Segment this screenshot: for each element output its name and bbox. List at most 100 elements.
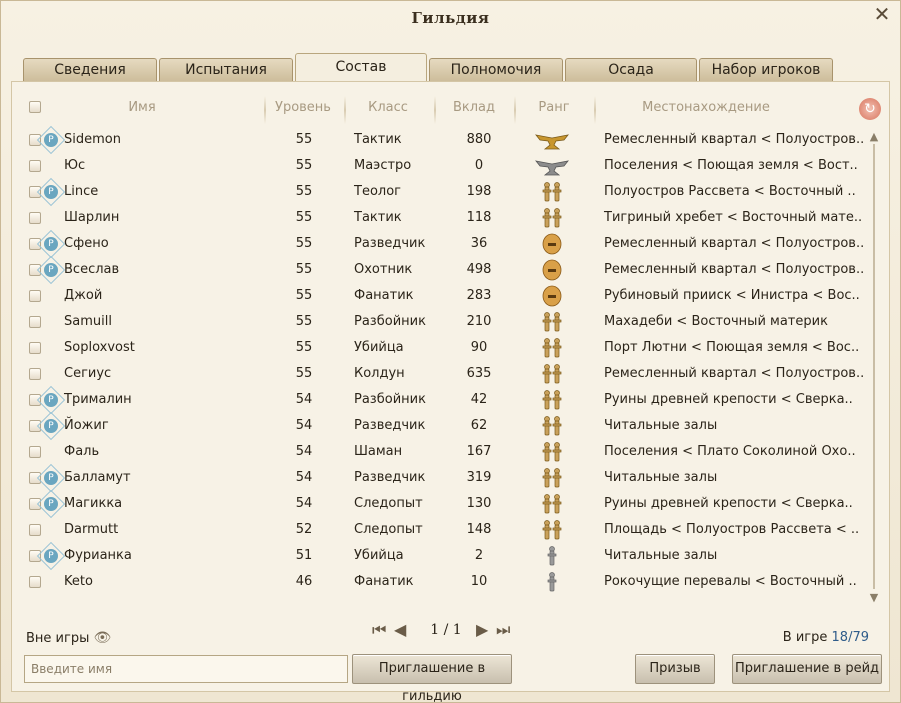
first-page-icon[interactable]: ⏮ [372, 620, 386, 640]
member-name: Балламут [64, 470, 131, 485]
offline-toggle[interactable]: Вне игры 👁 [26, 630, 113, 646]
member-class: Тактик [354, 210, 402, 225]
eye-icon[interactable]: 👁 [93, 630, 113, 646]
member-level: 55 [295, 366, 313, 381]
tab-recruitment[interactable]: Набор игроков [699, 58, 833, 81]
member-location: Читальные залы [604, 470, 718, 485]
header-contribution[interactable]: Вклад [436, 100, 512, 115]
rank-helmet-icon [534, 259, 570, 281]
table-row[interactable]: Сегиус 55 Колдун 635 Ремесленный квартал < П… [12, 361, 864, 387]
tab-siege[interactable]: Осада [565, 58, 697, 81]
row-checkbox[interactable] [29, 446, 41, 458]
member-location: Рубиновый прииск < Инистра < Вос.. [604, 288, 860, 303]
table-row[interactable]: Samuill 55 Разбойник 210 Махадеби < Восточны… [12, 309, 852, 335]
table-row[interactable]: Keto 46 Фанатик 10 Рокочущие перевалы < Вост… [12, 569, 857, 595]
member-class: Тактик [354, 132, 402, 147]
header-level[interactable]: Уровень [266, 100, 340, 115]
row-checkbox[interactable] [29, 524, 41, 536]
member-level: 51 [295, 548, 313, 563]
table-row[interactable]: P Магикка 54 Следопыт 130 Руины древней крепо… [12, 491, 853, 517]
member-contribution: 283 [466, 288, 492, 303]
member-name: Джой [64, 288, 103, 303]
member-level: 55 [295, 158, 313, 173]
member-location: Читальные залы [604, 548, 718, 563]
row-checkbox[interactable] [29, 160, 41, 172]
tab-roster[interactable]: Состав [295, 53, 427, 81]
table-row[interactable]: P Sidemon 55 Тактик 880 Ремесленный квартал <… [12, 127, 864, 153]
header-rank[interactable]: Ранг [516, 100, 592, 115]
tab-trials[interactable]: Испытания [159, 58, 293, 81]
table-row[interactable]: P Lince 55 Теолог 198 Полуостров Рассвета < В… [12, 179, 856, 205]
summon-button[interactable]: Призыв [635, 654, 715, 684]
window-title: Гильдия [411, 9, 490, 27]
rank-helmet-icon [534, 285, 570, 307]
row-checkbox[interactable] [29, 342, 41, 354]
scrollbar[interactable]: ▲ ▼ [867, 130, 881, 605]
prev-page-icon[interactable]: ◀ [394, 620, 406, 639]
member-contribution: 62 [470, 418, 488, 433]
member-class: Следопыт [354, 522, 423, 537]
row-checkbox[interactable] [29, 368, 41, 380]
member-location: Площадь < Полуостров Рассвета < .. [604, 522, 860, 537]
member-badge-icon: P [44, 497, 58, 511]
select-all-checkbox[interactable] [29, 101, 41, 113]
member-name: Darmutt [64, 522, 119, 537]
header-name[interactable]: Имя [72, 100, 212, 115]
table-row[interactable]: Юс 55 Маэстро 0 Поселения < Поющая земля < В… [12, 153, 858, 179]
row-checkbox[interactable] [29, 576, 41, 588]
table-row[interactable]: Джой 55 Фанатик 283 Рубиновый прииск < Инист… [12, 283, 860, 309]
member-contribution: 880 [466, 132, 492, 147]
last-page-icon[interactable]: ⏭ [496, 620, 510, 640]
member-location: Руины древней крепости < Сверка.. [604, 496, 853, 511]
tab-permissions[interactable]: Полномочия [429, 58, 563, 81]
member-contribution: 148 [466, 522, 492, 537]
member-name: Soploxvost [64, 340, 135, 355]
page-indicator: 1 / 1 [430, 622, 462, 638]
member-level: 55 [295, 132, 313, 147]
table-row[interactable]: P Фурианка 51 Убийца 2 Читальные залы [12, 543, 852, 569]
member-location: Руины древней крепости < Сверка.. [604, 392, 853, 407]
member-badge-icon: P [44, 393, 58, 407]
header-class[interactable]: Класс [346, 100, 430, 115]
member-badge-icon: P [44, 237, 58, 251]
tab-info[interactable]: Сведения [23, 58, 157, 81]
table-row[interactable]: P Балламут 54 Разведчик 319 Читальные залы [12, 465, 852, 491]
member-location: Поселения < Плато Соколиной Охо.. [604, 444, 856, 459]
member-badge-icon: P [44, 549, 58, 563]
row-checkbox[interactable] [29, 316, 41, 328]
scroll-up-icon[interactable]: ▲ [867, 130, 881, 144]
member-contribution: 130 [466, 496, 492, 511]
member-contribution: 319 [466, 470, 492, 485]
scroll-track[interactable] [873, 144, 875, 589]
close-icon[interactable]: ✕ [872, 4, 892, 24]
table-row[interactable]: P Сфено 55 Разведчик 36 Ремесленный квартал <… [12, 231, 864, 257]
refresh-icon[interactable]: ↻ [859, 98, 881, 120]
roster-panel: Имя Уровень Класс Вклад Ранг Местонахожд… [11, 81, 890, 703]
member-class: Теолог [354, 184, 401, 199]
table-row[interactable]: Darmutt 52 Следопыт 148 Площадь < Полуостров… [12, 517, 859, 543]
table-row[interactable]: P Трималин 54 Разбойник 42 Руины древней креп… [12, 387, 853, 413]
name-input[interactable] [24, 655, 348, 683]
table-row[interactable]: Soploxvost 55 Убийца 90 Порт Лютни < Поющая … [12, 335, 859, 361]
rank-double-figure-icon [534, 467, 570, 489]
invite-guild-button[interactable]: Приглашение в гильдию [352, 654, 512, 703]
table-row[interactable]: Шарлин 55 Тактик 118 Тигриный хребет < Восто… [12, 205, 862, 231]
scroll-down-icon[interactable]: ▼ [867, 591, 881, 605]
row-checkbox[interactable] [29, 212, 41, 224]
header-location[interactable]: Местонахождение [596, 100, 816, 115]
rank-double-figure-icon [534, 519, 570, 541]
rank-double-figure-icon [534, 441, 570, 463]
member-level: 55 [295, 288, 313, 303]
invite-raid-button[interactable]: Приглашение в рейд [732, 654, 882, 684]
rank-eagle-gold-icon [534, 129, 570, 151]
member-level: 52 [295, 522, 313, 537]
row-checkbox[interactable] [29, 290, 41, 302]
table-row[interactable]: P Йожиг 54 Разведчик 62 Читальные залы [12, 413, 852, 439]
member-level: 54 [295, 444, 313, 459]
member-badge-icon: P [44, 133, 58, 147]
member-location: Ремесленный квартал < Полуостров.. [604, 262, 865, 277]
table-row[interactable]: P Всеслав 55 Охотник 498 Ремесленный квартал … [12, 257, 864, 283]
member-level: 46 [295, 574, 313, 589]
next-page-icon[interactable]: ▶ [476, 620, 488, 639]
table-row[interactable]: Фаль 54 Шаман 167 Поселения < Плато Соколино… [12, 439, 856, 465]
